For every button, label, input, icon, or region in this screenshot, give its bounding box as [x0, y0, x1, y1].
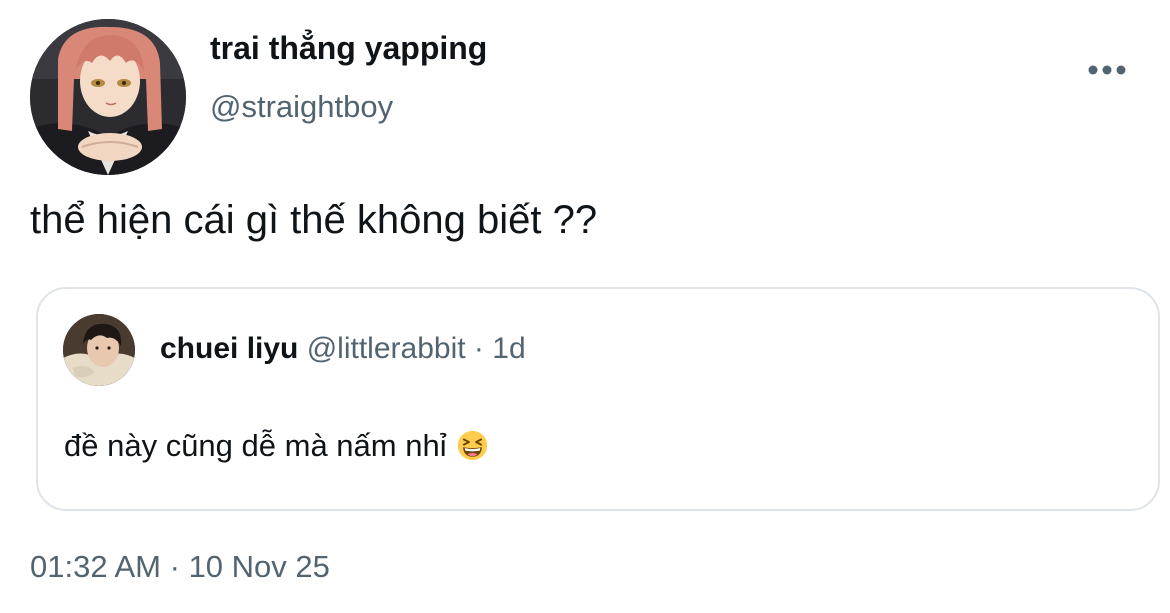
tweet-timestamp: 01:32 AM · 10 Nov 25 — [30, 549, 330, 585]
tweet-time[interactable]: 01:32 AM — [30, 549, 161, 584]
tweet[interactable]: trai thẳng yapping @straightboy thể hiện… — [0, 0, 1170, 613]
separator-dot: · — [169, 549, 180, 584]
quoted-author-display-name[interactable]: chuei liyu — [160, 332, 298, 365]
more-horizontal-icon — [1088, 65, 1126, 75]
quoted-tweet-time[interactable]: 1d — [492, 332, 525, 365]
anime-character-avatar-image — [30, 19, 186, 175]
user-photo-avatar-image — [63, 314, 135, 386]
quoted-author-avatar[interactable] — [63, 314, 135, 386]
quoted-tweet-text-content: đề này cũng dễ mà nấm nhỉ — [64, 428, 447, 463]
quoted-tweet-card[interactable]: chuei liyu @littlerabbit · 1d đề này cũn… — [36, 287, 1160, 511]
author-handle[interactable]: @straightboy — [210, 89, 393, 125]
quoted-author-handle[interactable]: @littlerabbit — [307, 332, 466, 365]
quoted-tweet-text: đề này cũng dễ mà nấm nhỉ — [64, 428, 488, 464]
more-options-button[interactable] — [1082, 52, 1132, 88]
separator-dot: · — [473, 332, 484, 365]
quoted-tweet-header: chuei liyu @littlerabbit · 1d — [160, 332, 526, 366]
author-display-name[interactable]: trai thẳng yapping — [210, 30, 487, 67]
tweet-text: thể hiện cái gì thế không biết ?? — [30, 198, 598, 242]
grinning-squinting-face-emoji-icon — [458, 430, 488, 461]
author-avatar[interactable] — [30, 19, 186, 175]
tweet-date[interactable]: 10 Nov 25 — [189, 549, 330, 584]
